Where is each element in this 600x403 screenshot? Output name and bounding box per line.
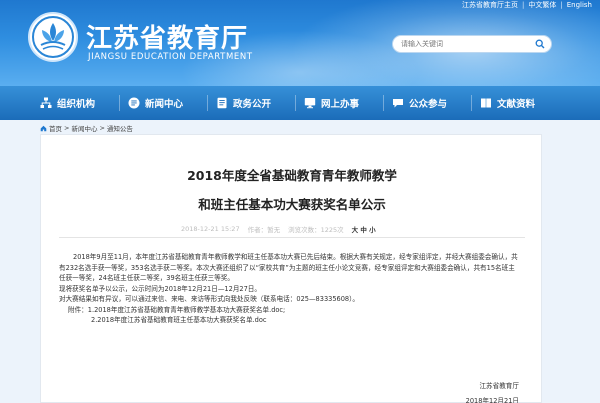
site-header: 江苏省教育厅主页 | 中文繁体 | English 江苏省教育厅 JIANGSU…: [0, 0, 600, 86]
documents-icon: [480, 97, 492, 109]
article-panel: 2018年度全省基础教育青年教师教学 和班主任基本功大赛获奖名单公示 2018-…: [40, 134, 542, 403]
site-subtitle: JIANGSU EDUCATION DEPARTMENT: [88, 52, 253, 62]
signature-date: 2018年12月21日: [465, 397, 519, 403]
nav-item-documents[interactable]: 文献资料: [480, 86, 568, 120]
attachment-link-1[interactable]: 附件：1.2018年度江苏省基础教育青年教师教学基本功大赛获奖名单.doc;: [59, 305, 521, 316]
nav-item-organization[interactable]: 组织机构: [40, 86, 128, 120]
nav-divider: [383, 95, 384, 111]
org-chart-icon: [40, 97, 52, 109]
nav-label: 政务公开: [233, 99, 272, 110]
article-views: 浏览次数：1225次: [288, 224, 344, 234]
top-link-traditional-chinese[interactable]: 中文繁体: [528, 0, 556, 10]
top-link-separator: |: [560, 1, 563, 9]
nav-item-news[interactable]: 新闻中心: [128, 86, 216, 120]
site-title: 江苏省教育厅: [86, 24, 249, 54]
breadcrumb-home[interactable]: 首页: [49, 123, 62, 133]
article-author: 作者：暂无: [248, 224, 281, 234]
home-icon: [40, 125, 47, 131]
article-title-line1: 2018年度全省基础教育青年教师教学: [187, 168, 397, 183]
logo-emblem-icon: [32, 16, 74, 58]
news-icon: [128, 97, 140, 109]
main-nav: 组织机构 新闻中心 政务公开 网上办事 公众参与 文献资料: [0, 86, 600, 120]
breadcrumb-separator: >: [99, 124, 105, 132]
article-paragraph-1: 2018年9月至11月，本年度江苏省基础教育青年教师教学和班主任基本功大赛已先后…: [59, 253, 518, 282]
views-label: 浏览次数：: [288, 226, 321, 234]
top-links: 江苏省教育厅主页 | 中文繁体 | English: [462, 0, 592, 10]
nav-divider: [471, 95, 472, 111]
nav-label: 组织机构: [57, 99, 96, 110]
author-label: 作者：: [247, 226, 268, 234]
signature-organization: 江苏省教育厅: [479, 382, 519, 390]
nav-item-public-participation[interactable]: 公众参与: [392, 86, 480, 120]
public-participation-icon: [392, 97, 404, 109]
breadcrumb-news-center[interactable]: 新闻中心: [71, 123, 97, 133]
nav-divider: [119, 95, 120, 111]
article-paragraph-2: 现将获奖名单予以公示，公示时间为2018年12月21日—12月27日。: [59, 284, 261, 293]
breadcrumb: 首页 > 新闻中心 > 通知公告: [40, 123, 133, 133]
author-value: 暂无: [267, 226, 281, 234]
government-affairs-icon: [216, 97, 228, 109]
search-icon: [535, 39, 545, 49]
top-link-home[interactable]: 江苏省教育厅主页: [462, 0, 518, 10]
font-size-selector[interactable]: 大 中 小: [352, 224, 376, 234]
nav-label: 文献资料: [497, 99, 536, 110]
nav-divider: [207, 95, 208, 111]
nav-label: 公众参与: [409, 99, 448, 110]
nav-item-government-affairs[interactable]: 政务公开: [216, 86, 304, 120]
search-box: [392, 35, 552, 53]
meta-divider: [59, 237, 525, 238]
views-value: 1225次: [320, 226, 344, 234]
top-link-separator: |: [522, 1, 525, 9]
top-link-english[interactable]: English: [567, 1, 592, 9]
nav-item-online-service[interactable]: 网上办事: [304, 86, 392, 120]
site-logo[interactable]: [28, 12, 78, 62]
attachment-link-2[interactable]: 2.2018年度江苏省基础教育班主任基本功大赛获奖名单.doc: [59, 315, 521, 326]
nav-divider: [295, 95, 296, 111]
nav-label: 网上办事: [321, 99, 360, 110]
online-service-icon: [304, 97, 316, 109]
article-body: 2018年9月至11月，本年度江苏省基础教育青年教师教学和班主任基本功大赛已先后…: [59, 252, 521, 326]
search-input[interactable]: [401, 38, 525, 50]
article-paragraph-3: 对大赛结果如有异议，可以通过来信、来电、来访等形式向我处反映（联系电话：025—…: [59, 295, 360, 303]
article-date: 2018-12-21 15:27: [181, 225, 240, 233]
nav-label: 新闻中心: [145, 99, 184, 110]
search-button[interactable]: [533, 38, 547, 50]
breadcrumb-notices[interactable]: 通知公告: [107, 123, 133, 133]
article-title-line2: 和班主任基本功大赛获奖名单公示: [198, 197, 386, 212]
breadcrumb-separator: >: [64, 124, 70, 132]
article-meta: 2018-12-21 15:27 作者：暂无 浏览次数：1225次 大 中 小: [181, 224, 376, 234]
